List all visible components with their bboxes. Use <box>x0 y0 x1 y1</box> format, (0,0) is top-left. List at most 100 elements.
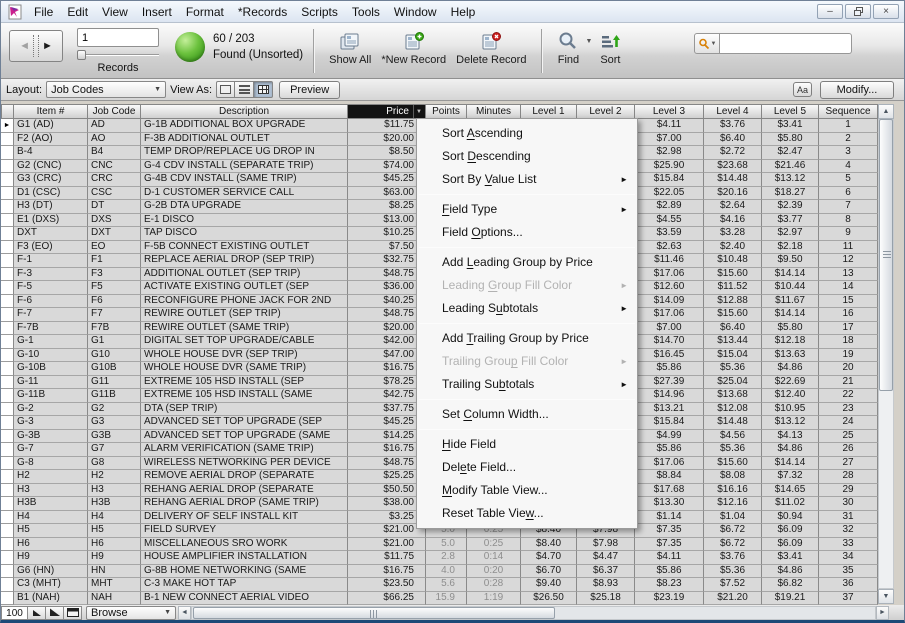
cell-description[interactable]: DTA (SEP TRIP) <box>141 403 348 417</box>
record-gutter[interactable] <box>1 254 14 268</box>
minimize-button[interactable]: – <box>817 4 843 19</box>
record-gutter[interactable] <box>1 281 14 295</box>
column-header-price[interactable]: Price▼ <box>348 104 426 119</box>
record-gutter[interactable] <box>1 403 14 417</box>
record-gutter[interactable] <box>1 241 14 255</box>
cell-level-5[interactable]: $21.46 <box>762 160 819 174</box>
cell-level-3[interactable]: $17.06 <box>635 268 704 282</box>
cell-sequence[interactable]: 8 <box>819 214 878 228</box>
cell-sequence[interactable]: 17 <box>819 322 878 336</box>
cell-sequence[interactable]: 2 <box>819 133 878 147</box>
cell-price[interactable]: $11.75 <box>348 119 426 133</box>
cell-level-4[interactable]: $14.48 <box>704 416 762 430</box>
cell-level-5[interactable]: $10.95 <box>762 403 819 417</box>
cell-item[interactable]: B-4 <box>14 146 88 160</box>
cell-level-3[interactable]: $5.86 <box>635 362 704 376</box>
cell-job-code[interactable]: DXT <box>88 227 141 241</box>
cell-level-3[interactable]: $13.21 <box>635 403 704 417</box>
cell-level-5[interactable]: $2.47 <box>762 146 819 160</box>
record-gutter[interactable] <box>1 376 14 390</box>
cell-description[interactable]: HOUSE AMPLIFIER INSTALLATION <box>141 551 348 565</box>
cell-level-3[interactable]: $14.96 <box>635 389 704 403</box>
cell-level-5[interactable]: $4.86 <box>762 565 819 579</box>
cell-job-code[interactable]: NAH <box>88 592 141 606</box>
cell-description[interactable]: F-5B CONNECT EXISTING OUTLET <box>141 241 348 255</box>
cell-level-3[interactable]: $2.89 <box>635 200 704 214</box>
cell-level-2[interactable]: $7.98 <box>577 538 635 552</box>
cell-level-5[interactable]: $5.80 <box>762 133 819 147</box>
cell-description[interactable]: ADDITIONAL OUTLET (SEP TRIP) <box>141 268 348 282</box>
next-record-icon[interactable]: ► <box>42 40 53 52</box>
record-gutter[interactable] <box>1 592 14 606</box>
cell-price[interactable]: $3.25 <box>348 511 426 525</box>
cell-price[interactable]: $14.25 <box>348 430 426 444</box>
layout-selector[interactable]: Job Codes ▼ <box>46 81 166 98</box>
cell-description[interactable]: G-4B CDV INSTALL (SAME TRIP) <box>141 173 348 187</box>
cell-description[interactable]: F-3B ADDITIONAL OUTLET <box>141 133 348 147</box>
cell-level-3[interactable]: $8.84 <box>635 470 704 484</box>
cell-description[interactable]: DELIVERY OF SELF INSTALL KIT <box>141 511 348 525</box>
cell-job-code[interactable]: F7B <box>88 322 141 336</box>
cell-job-code[interactable]: F3 <box>88 268 141 282</box>
cell-price[interactable]: $16.75 <box>348 362 426 376</box>
vertical-scroll-thumb[interactable] <box>879 119 893 391</box>
cell-item[interactable]: G-11B <box>14 389 88 403</box>
cell-job-code[interactable]: AO <box>88 133 141 147</box>
cell-level-4[interactable]: $6.40 <box>704 133 762 147</box>
cell-level-4[interactable]: $16.16 <box>704 484 762 498</box>
new-record-button[interactable]: *New Record <box>376 28 451 67</box>
cell-job-code[interactable]: H5 <box>88 524 141 538</box>
restore-button[interactable] <box>845 4 871 19</box>
view-list-button[interactable] <box>235 81 254 98</box>
cell-item[interactable]: E1 (DXS) <box>14 214 88 228</box>
column-header-level-4[interactable]: Level 4 <box>704 104 762 119</box>
menu-item-reset-table-view[interactable]: Reset Table View... <box>417 502 637 525</box>
menu-item-field-type[interactable]: Field Type► <box>417 198 637 221</box>
menu-file[interactable]: File <box>27 1 60 22</box>
cell-job-code[interactable]: G3B <box>88 430 141 444</box>
cell-level-5[interactable]: $9.50 <box>762 254 819 268</box>
menu-item-field-options[interactable]: Field Options... <box>417 221 637 244</box>
close-button[interactable]: × <box>873 4 899 19</box>
cell-level-4[interactable]: $23.68 <box>704 160 762 174</box>
cell-item[interactable]: H3 <box>14 484 88 498</box>
cell-job-code[interactable]: G8 <box>88 457 141 471</box>
cell-item[interactable]: H6 <box>14 538 88 552</box>
menu-item-modify-table-view[interactable]: Modify Table View... <box>417 479 637 502</box>
cell-item[interactable]: H4 <box>14 511 88 525</box>
record-navigation[interactable]: ◄ ► <box>9 30 63 62</box>
cell-description[interactable]: REWIRE OUTLET (SAME TRIP) <box>141 322 348 336</box>
cell-sequence[interactable]: 6 <box>819 187 878 201</box>
menu-scripts[interactable]: Scripts <box>294 1 345 22</box>
menu-item-trailing-subtotals[interactable]: Trailing Subtotals► <box>417 373 637 396</box>
cell-level-3[interactable]: $4.11 <box>635 119 704 133</box>
cell-job-code[interactable]: H2 <box>88 470 141 484</box>
menu-item-sort-by-value-list[interactable]: Sort By Value List► <box>417 168 637 191</box>
menu-item-sort-ascending[interactable]: Sort Ascending <box>417 122 637 145</box>
cell-sequence[interactable]: 12 <box>819 254 878 268</box>
record-gutter[interactable] <box>1 349 14 363</box>
cell-job-code[interactable]: G1 <box>88 335 141 349</box>
cell-sequence[interactable]: 24 <box>819 416 878 430</box>
cell-price[interactable]: $42.00 <box>348 335 426 349</box>
cell-sequence[interactable]: 21 <box>819 376 878 390</box>
cell-level-4[interactable]: $1.04 <box>704 511 762 525</box>
cell-level-5[interactable]: $14.65 <box>762 484 819 498</box>
cell-level-3[interactable]: $17.06 <box>635 308 704 322</box>
cell-level-4[interactable]: $3.76 <box>704 551 762 565</box>
scroll-right-button[interactable]: ► <box>876 606 889 620</box>
menu-help[interactable]: Help <box>444 1 483 22</box>
record-gutter[interactable] <box>1 430 14 444</box>
cell-description[interactable]: C-3 MAKE HOT TAP <box>141 578 348 592</box>
cell-points[interactable]: 2.8 <box>426 551 467 565</box>
column-header-level-2[interactable]: Level 2 <box>577 104 635 119</box>
cell-level-4[interactable]: $6.72 <box>704 524 762 538</box>
cell-level-5[interactable]: $0.94 <box>762 511 819 525</box>
cell-sequence[interactable]: 20 <box>819 362 878 376</box>
cell-level-4[interactable]: $15.60 <box>704 268 762 282</box>
cell-level-5[interactable]: $4.86 <box>762 443 819 457</box>
cell-price[interactable]: $45.25 <box>348 173 426 187</box>
cell-level-5[interactable]: $4.86 <box>762 362 819 376</box>
cell-level-5[interactable]: $14.14 <box>762 457 819 471</box>
cell-level-5[interactable]: $10.44 <box>762 281 819 295</box>
